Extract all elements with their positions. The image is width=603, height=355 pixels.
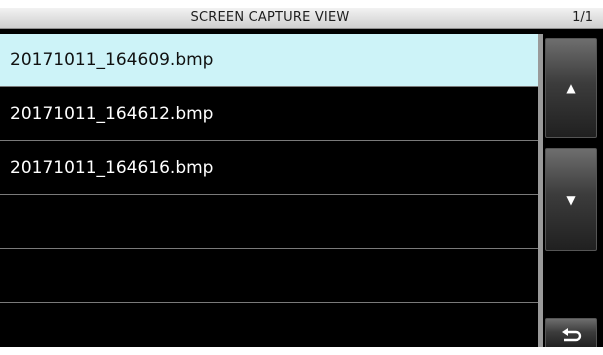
scrollbar[interactable] (538, 34, 543, 347)
file-list: 20171011_164609.bmp 20171011_164612.bmp … (0, 34, 538, 347)
triangle-down-icon: ▼ (566, 192, 576, 207)
file-list-row-empty (0, 304, 538, 347)
file-list-row-empty (0, 196, 538, 249)
file-name: 20171011_164612.bmp (10, 104, 214, 124)
file-list-row-empty (0, 250, 538, 303)
file-name: 20171011_164616.bmp (10, 158, 214, 178)
file-name: 20171011_164609.bmp (10, 50, 214, 70)
return-arrow-icon (559, 326, 583, 342)
file-list-row[interactable]: 20171011_164612.bmp (0, 88, 538, 141)
scroll-up-button[interactable]: ▲ (545, 38, 597, 138)
back-button[interactable] (545, 318, 597, 347)
file-list-row[interactable]: 20171011_164616.bmp (0, 142, 538, 195)
page-indicator: 1/1 (572, 10, 593, 25)
scroll-down-button[interactable]: ▼ (545, 148, 597, 251)
triangle-up-icon: ▲ (566, 81, 576, 95)
screen-capture-view-screen: SCREEN CAPTURE VIEW 1/1 20171011_164609.… (0, 8, 603, 347)
title-bar: SCREEN CAPTURE VIEW 1/1 (0, 8, 603, 29)
file-list-row[interactable]: 20171011_164609.bmp (0, 34, 538, 87)
screen-title: SCREEN CAPTURE VIEW (190, 10, 350, 25)
